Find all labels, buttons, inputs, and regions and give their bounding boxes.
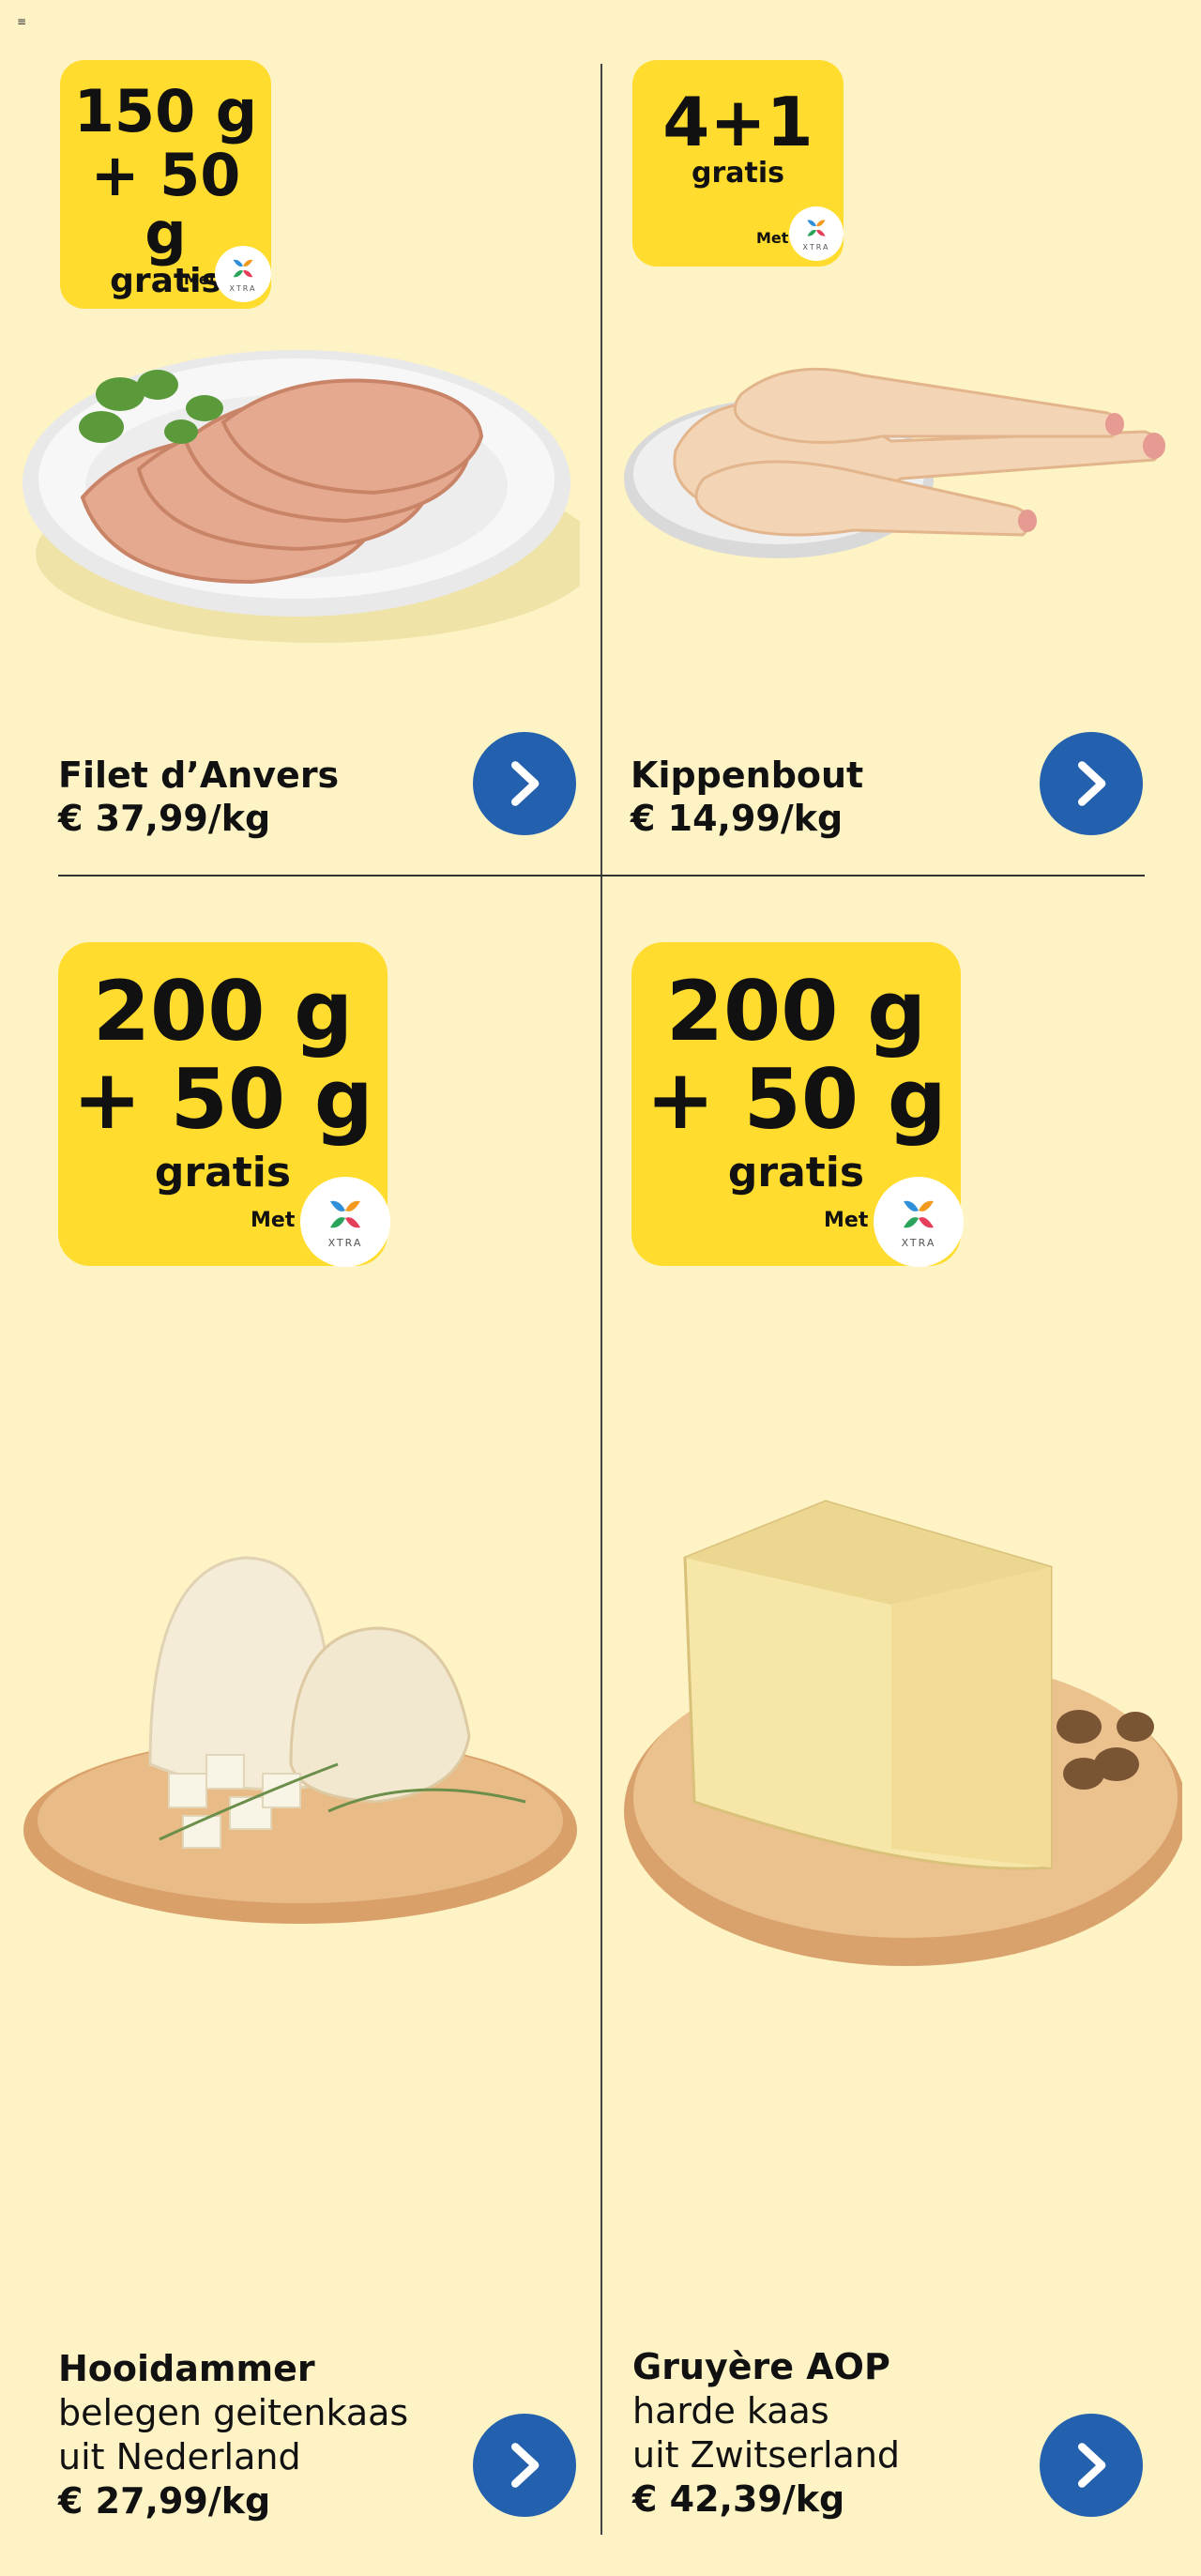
badge-line-1: 4+1 <box>662 83 813 161</box>
hooidammer-image <box>23 1556 577 1924</box>
xtra-logo: XTRA <box>789 206 844 261</box>
badge-line-2: gratis <box>692 157 784 190</box>
product-description-line-2: uit Nederland <box>58 2436 301 2477</box>
badge-line-1: 200 g <box>665 963 927 1059</box>
xtra-icon <box>233 259 253 277</box>
badge-met-label: Met <box>184 270 217 288</box>
xtra-label: XTRA <box>901 1236 936 1249</box>
badge-met-label: Met <box>756 229 789 247</box>
promo-badge: 4+1 gratis Met XTRA <box>632 60 844 267</box>
product-name: Filet d’Anvers <box>58 755 340 796</box>
badge-met-label: Met <box>824 1209 869 1232</box>
column-divider-bottom <box>600 878 602 2535</box>
xtra-label: XTRA <box>802 242 830 252</box>
chevron-right-icon <box>511 2443 540 2488</box>
xtra-icon <box>807 219 826 236</box>
product-name: Kippenbout <box>631 755 864 796</box>
badge-line-2: + 50 g <box>646 1051 947 1148</box>
badge-line-1: 150 g <box>73 77 258 145</box>
product-description-line-1: harde kaas <box>632 2390 829 2431</box>
badge-line-2: + 50 g <box>72 1051 373 1148</box>
product-price: € 42,39/kg <box>632 2478 845 2520</box>
next-button[interactable] <box>473 2414 576 2517</box>
promo-badge: 200 g + 50 g gratis Met XTRA <box>631 942 964 1267</box>
xtra-logo: XTRA <box>874 1177 964 1267</box>
row-divider <box>58 875 1145 876</box>
product-price: € 14,99/kg <box>631 798 844 839</box>
promo-badge: 150 g + 50 g gratis Met XTRA <box>60 60 271 309</box>
product-name: Gruyère AOP <box>632 2346 890 2387</box>
chevron-right-icon <box>511 761 540 806</box>
promo-badge: 200 g + 50 g gratis Met XTRA <box>58 942 390 1267</box>
xtra-icon <box>330 1200 360 1227</box>
menu-icon[interactable]: ≡ <box>17 15 26 28</box>
product-description-line-1: belegen geitenkaas <box>58 2392 409 2433</box>
xtra-label: XTRA <box>327 1236 363 1249</box>
next-button[interactable] <box>1040 732 1143 835</box>
xtra-label: XTRA <box>229 283 257 293</box>
xtra-logo: XTRA <box>215 246 271 302</box>
product-description-line-2: uit Zwitserland <box>632 2434 901 2476</box>
product-price: € 27,99/kg <box>58 2480 271 2522</box>
next-button[interactable] <box>473 732 576 835</box>
badge-line-1: 200 g <box>92 963 354 1059</box>
gruyere-image <box>624 1500 1182 1966</box>
chevron-right-icon <box>1078 2443 1106 2488</box>
kippenbout-image <box>624 367 1165 558</box>
badge-met-label: Met <box>251 1209 296 1232</box>
next-button[interactable] <box>1040 2414 1143 2517</box>
product-price: € 37,99/kg <box>58 798 271 839</box>
xtra-icon <box>904 1200 934 1227</box>
filet-anvers-image <box>23 350 580 643</box>
product-name: Hooidammer <box>58 2348 315 2389</box>
column-divider-top <box>600 64 602 880</box>
xtra-logo: XTRA <box>300 1177 390 1267</box>
chevron-right-icon <box>1078 761 1106 806</box>
